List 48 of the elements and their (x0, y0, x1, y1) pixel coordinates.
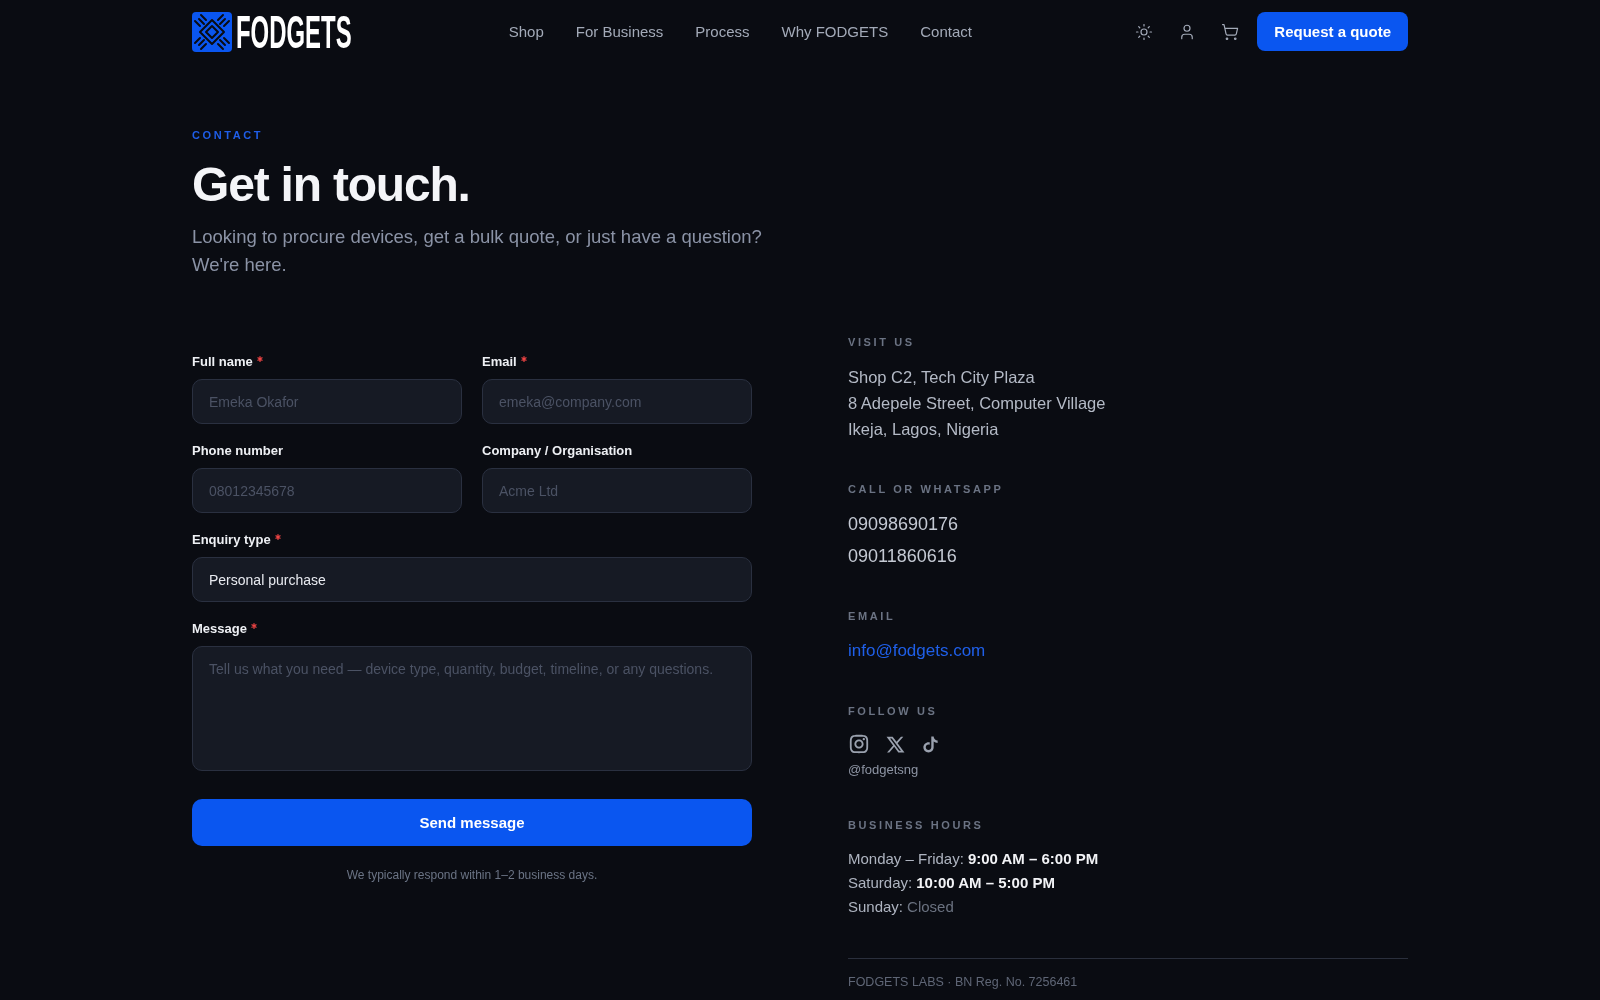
section-heading: EMAIL (848, 609, 896, 623)
textarea-field[interactable]: Tell us what you need — device type, quantity, budget, timeline, or any questions. (192, 646, 752, 771)
field-label: Email (482, 354, 517, 370)
nav-link[interactable]: For Business (575, 21, 664, 42)
request-quote-button[interactable]: Request a quote (1257, 12, 1408, 51)
field-label: Enquiry type (192, 532, 271, 548)
address-line: Ikeja, Lagos, Nigeria (848, 419, 999, 440)
section-eyebrow: CONTACT (192, 128, 264, 142)
text-field[interactable]: Acme Ltd (482, 468, 752, 513)
section-heading: VISIT US (848, 335, 915, 349)
select-field[interactable]: Personal purchase (192, 557, 752, 602)
page-title: Get in touch. (192, 158, 470, 211)
address-line: Shop C2, Tech City Plaza (848, 367, 1035, 388)
hours-time: 9:00 AM – 6:00 PM (967, 849, 1099, 869)
footer-text: FODGETS LABS · BN Reg. No. 7256461 (848, 975, 1079, 989)
sun-icon[interactable] (1135, 22, 1154, 41)
text-field[interactable]: 08012345678 (192, 468, 462, 513)
hours-time: 10:00 AM – 5:00 PM (916, 873, 1055, 893)
cart-icon[interactable] (1221, 22, 1240, 41)
brand-name: FODGETS (236, 11, 352, 52)
logo-icon (192, 11, 232, 52)
hours-day: Saturday: (848, 871, 913, 895)
nav-link[interactable]: Why FODGETS (781, 21, 889, 42)
hours-day: Sunday: (848, 895, 904, 919)
nav-link[interactable]: Shop (508, 21, 544, 42)
field-label: Message (192, 621, 247, 637)
address-line: 8 Adepele Street, Computer Village (848, 393, 1106, 414)
send-button[interactable]: Send message (192, 799, 752, 846)
phone-link[interactable]: 09098690176 (848, 511, 959, 537)
field-label: Full name (192, 354, 253, 370)
field-label: Phone number (192, 443, 283, 459)
email-link[interactable]: info@fodgets.com (848, 638, 986, 664)
text-field[interactable]: Emeka Okafor (192, 379, 462, 424)
nav-link[interactable]: Process (695, 21, 750, 42)
section-heading: CALL OR WHATSAPP (848, 482, 1004, 496)
field-label: Company / Organisation (482, 443, 633, 459)
nav-link[interactable]: Contact (920, 21, 972, 42)
instagram-icon[interactable] (848, 733, 870, 755)
response-note: We typically respond within 1–2 business days. (346, 868, 598, 882)
section-heading: BUSINESS HOURS (848, 818, 984, 832)
hours-time: Closed (907, 897, 954, 917)
tiktok-icon[interactable] (921, 734, 940, 754)
page-subtitle: Looking to procure devices, get a bulk quote, or just have a question? We're here. (192, 225, 763, 277)
hours-day: Monday – Friday: (848, 847, 964, 871)
social-handle: @fodgetsng (848, 762, 919, 778)
section-heading: FOLLOW US (848, 704, 938, 718)
phone-link[interactable]: 09011860616 (848, 543, 959, 569)
text-field[interactable]: emeka@company.com (482, 379, 752, 424)
